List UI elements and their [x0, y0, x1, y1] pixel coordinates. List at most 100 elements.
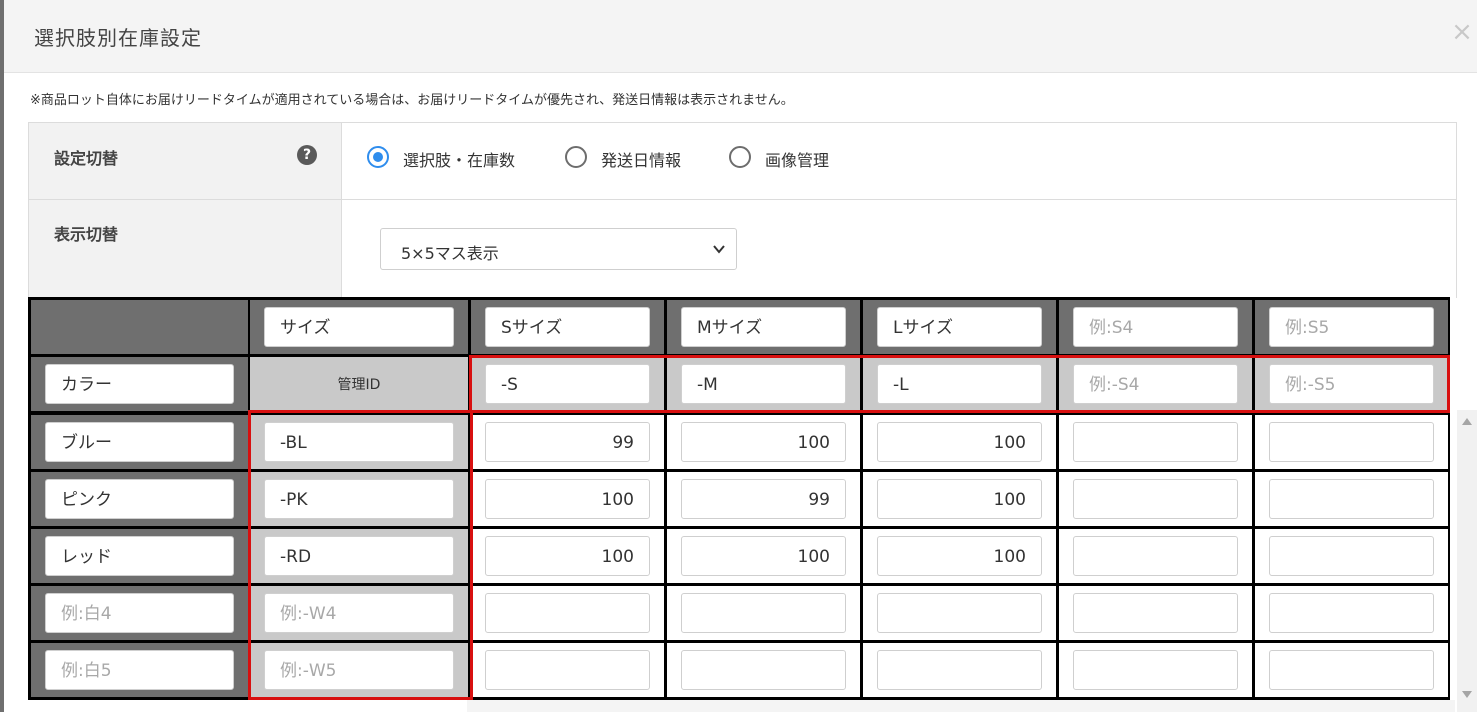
size-axis-cell: サイズ: [250, 300, 468, 354]
stock-grid: サイズ Sサイズ Mサイズ Lサイズ 例:S4 例:S5 カラー 管理ID -S -M -L 例:-S…: [28, 297, 1450, 700]
stock-cell: [667, 643, 860, 697]
size-name-cell: 例:S4: [1059, 300, 1252, 354]
stock-input[interactable]: 100: [681, 422, 846, 462]
color-suffix-cell: -BL: [250, 415, 468, 469]
horizontal-scrollbar[interactable]: [467, 700, 1455, 712]
settings-switch-row: 設定切替 ? 選択肢・在庫数 発送日情報 画像管理: [29, 123, 1456, 200]
color-suffix-input[interactable]: -PK: [264, 479, 454, 519]
stock-input[interactable]: [1269, 536, 1434, 576]
color-name-cell: ブルー: [31, 415, 248, 469]
color-suffix-input[interactable]: -RD: [264, 536, 454, 576]
stock-input[interactable]: [485, 650, 650, 690]
size-suffix-cell: 例:-S4: [1059, 357, 1252, 411]
stock-input[interactable]: [1073, 479, 1238, 519]
stock-input[interactable]: [1073, 593, 1238, 633]
color-name-input[interactable]: 例:白5: [45, 650, 234, 690]
stock-input[interactable]: 100: [877, 536, 1042, 576]
stock-input[interactable]: [877, 650, 1042, 690]
radio-shipping-info[interactable]: 発送日情報: [565, 145, 705, 171]
color-name-input[interactable]: レッド: [45, 536, 234, 576]
stock-cell: [1059, 415, 1252, 469]
size-suffix-input[interactable]: -L: [877, 364, 1042, 404]
stock-input[interactable]: [1073, 536, 1238, 576]
radio-label: 発送日情報: [601, 151, 682, 170]
radio-label: 画像管理: [765, 151, 830, 170]
stock-input[interactable]: [681, 650, 846, 690]
stock-cell: 100: [667, 529, 860, 583]
stock-settings-modal: 選択肢別在庫設定 × ※商品ロット自体にお届けリードタイムが適用されている場合は…: [4, 0, 1477, 712]
color-name-cell: ピンク: [31, 472, 248, 526]
close-icon[interactable]: ×: [1447, 14, 1477, 50]
stock-input[interactable]: [877, 593, 1042, 633]
stock-cell: [471, 643, 664, 697]
stock-cell: 100: [471, 472, 664, 526]
stock-cell: [1059, 586, 1252, 640]
color-name-input[interactable]: ブルー: [45, 422, 234, 462]
stock-input[interactable]: [1269, 479, 1434, 519]
stock-cell: [863, 586, 1056, 640]
stock-cell: [471, 586, 664, 640]
radio-circle[interactable]: [367, 146, 389, 168]
size-name-input[interactable]: Mサイズ: [681, 307, 846, 347]
stock-input[interactable]: [1073, 650, 1238, 690]
stock-cell: [863, 643, 1056, 697]
stock-input[interactable]: 100: [485, 536, 650, 576]
stock-input[interactable]: 99: [681, 479, 846, 519]
size-name-cell: 例:S5: [1255, 300, 1448, 354]
stock-input[interactable]: 100: [877, 479, 1042, 519]
color-suffix-cell: -RD: [250, 529, 468, 583]
size-name-input[interactable]: 例:S5: [1269, 307, 1434, 347]
radio-choice-stock[interactable]: 選択肢・在庫数: [367, 145, 537, 171]
color-suffix-input[interactable]: 例:-W4: [264, 593, 454, 633]
stock-input[interactable]: 99: [485, 422, 650, 462]
size-axis-input[interactable]: サイズ: [264, 307, 454, 347]
size-suffix-input[interactable]: -S: [485, 364, 650, 404]
size-name-input[interactable]: Lサイズ: [877, 307, 1042, 347]
radio-label: 選択肢・在庫数: [403, 151, 516, 170]
size-suffix-input[interactable]: 例:-S4: [1073, 364, 1238, 404]
stock-input[interactable]: [1073, 422, 1238, 462]
modal-title: 選択肢別在庫設定: [34, 26, 202, 50]
color-suffix-input[interactable]: 例:-W5: [264, 650, 454, 690]
size-suffix-input[interactable]: -M: [681, 364, 846, 404]
stock-input[interactable]: 100: [485, 479, 650, 519]
size-suffix-input[interactable]: 例:-S5: [1269, 364, 1434, 404]
color-name-input[interactable]: ピンク: [45, 479, 234, 519]
size-name-input[interactable]: 例:S4: [1073, 307, 1238, 347]
stock-input[interactable]: 100: [877, 422, 1042, 462]
lead-time-notice: ※商品ロット自体にお届けリードタイムが適用されている場合は、お届けリードタイムが…: [30, 93, 794, 108]
radio-circle[interactable]: [565, 146, 587, 168]
color-name-cell: 例:白4: [31, 586, 248, 640]
display-switch-row: 表示切替 5×5マス表示: [29, 200, 1456, 298]
color-suffix-cell: 例:-W5: [250, 643, 468, 697]
stock-cell: 100: [863, 415, 1056, 469]
stock-input[interactable]: [1269, 422, 1434, 462]
radio-image-management[interactable]: 画像管理: [729, 145, 849, 171]
stock-cell: [1059, 472, 1252, 526]
scroll-down-arrow-icon[interactable]: [1462, 691, 1472, 698]
display-switch-label: 表示切替: [54, 225, 119, 244]
display-mode-select[interactable]: 5×5マス表示: [380, 228, 737, 270]
scroll-up-arrow-icon[interactable]: [1462, 418, 1472, 425]
size-suffix-cell: -L: [863, 357, 1056, 411]
stock-input[interactable]: [1269, 650, 1434, 690]
help-icon[interactable]: ?: [297, 145, 317, 165]
stock-input[interactable]: [1269, 593, 1434, 633]
size-suffix-cell: -S: [471, 357, 664, 411]
stock-cell: 100: [471, 529, 664, 583]
modal-header: 選択肢別在庫設定 ×: [4, 0, 1477, 73]
color-axis-input[interactable]: カラー: [45, 364, 234, 404]
color-name-cell: 例:白5: [31, 643, 248, 697]
stock-input[interactable]: [681, 593, 846, 633]
vertical-scrollbar[interactable]: [1457, 410, 1477, 712]
settings-panel: 設定切替 ? 選択肢・在庫数 発送日情報 画像管理 表示切替 5×5マス表示: [28, 122, 1457, 298]
settings-switch-label-cell: 設定切替 ?: [29, 123, 342, 199]
color-axis-cell: カラー: [31, 357, 248, 411]
radio-circle[interactable]: [729, 146, 751, 168]
size-name-input[interactable]: Sサイズ: [485, 307, 650, 347]
color-suffix-input[interactable]: -BL: [264, 422, 454, 462]
stock-input[interactable]: 100: [681, 536, 846, 576]
stock-cell: [1255, 415, 1448, 469]
stock-input[interactable]: [485, 593, 650, 633]
color-name-input[interactable]: 例:白4: [45, 593, 234, 633]
